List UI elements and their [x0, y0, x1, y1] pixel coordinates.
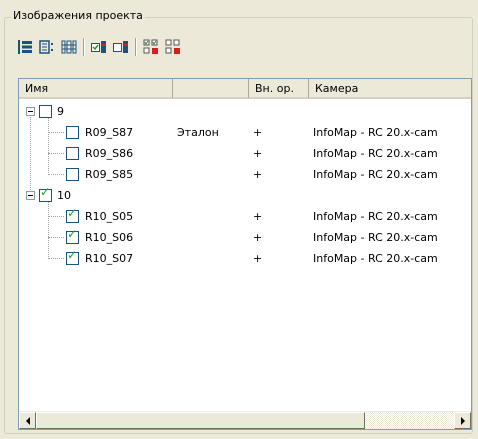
- tree-row-image[interactable]: R09_S85 + InfoMap - RC 20.x-cam: [19, 164, 471, 185]
- image-checkbox[interactable]: [66, 126, 79, 139]
- image-checkbox[interactable]: [66, 168, 79, 181]
- collapse-all-button[interactable]: [37, 37, 57, 57]
- image-name: R10_S07: [85, 252, 134, 265]
- scroll-right-button[interactable]: [454, 412, 471, 429]
- interior-orientation-value: +: [253, 252, 263, 265]
- toolbar-separator: [135, 38, 137, 56]
- check-selected-button[interactable]: [89, 37, 109, 57]
- image-name: R09_S87: [85, 126, 134, 139]
- camera-value: InfoMap - RC 20.x-cam: [313, 147, 438, 160]
- check-image-icon: [91, 41, 106, 53]
- horizontal-scrollbar[interactable]: [19, 411, 471, 429]
- list-view-icon: [61, 40, 77, 54]
- interior-orientation-value: +: [253, 147, 263, 160]
- image-name: R10_S05: [85, 210, 134, 223]
- grid-deselect-icon: [165, 39, 180, 54]
- camera-value: InfoMap - RC 20.x-cam: [313, 168, 438, 181]
- camera-value: InfoMap - RC 20.x-cam: [313, 252, 438, 265]
- interior-orientation-value: +: [253, 210, 263, 223]
- select-all-button[interactable]: [141, 37, 161, 57]
- collapse-toggle[interactable]: [26, 191, 35, 200]
- arrow-right-icon: [460, 416, 465, 425]
- tree-row-image[interactable]: R10_S07 + InfoMap - RC 20.x-cam: [19, 248, 471, 269]
- image-name: R09_S86: [85, 147, 134, 160]
- group-name: 10: [57, 189, 71, 202]
- column-reference-header[interactable]: [173, 79, 249, 99]
- group-name: 9: [57, 105, 64, 118]
- uncheck-selected-button[interactable]: [111, 37, 131, 57]
- tree-row-image[interactable]: R09_S87 Эталон + InfoMap - RC 20.x-cam: [19, 122, 471, 143]
- interior-orientation-value: +: [253, 231, 263, 244]
- column-interior-orientation-header[interactable]: Вн. ор.: [249, 79, 309, 99]
- tree-expand-icon: [18, 40, 32, 54]
- interior-orientation-value: +: [253, 168, 263, 181]
- group-title: Изображения проекта: [11, 9, 145, 23]
- group-checkbox[interactable]: [39, 105, 52, 118]
- tree-collapse-icon: [39, 40, 53, 54]
- image-checkbox[interactable]: [66, 248, 79, 265]
- column-header: Имя Вн. ор. Камера: [19, 79, 471, 99]
- image-checkbox[interactable]: [66, 206, 79, 223]
- collapse-toggle[interactable]: [26, 107, 35, 116]
- uncheck-image-icon: [113, 41, 128, 53]
- grid-select-icon: [143, 39, 158, 54]
- tree-row-group[interactable]: 9: [19, 101, 471, 122]
- tree-row-image[interactable]: R10_S06 + InfoMap - RC 20.x-cam: [19, 227, 471, 248]
- camera-value: InfoMap - RC 20.x-cam: [313, 231, 438, 244]
- expand-all-button[interactable]: [15, 37, 35, 57]
- scroll-left-button[interactable]: [19, 412, 36, 429]
- toolbar: [15, 36, 185, 58]
- images-tree-list[interactable]: Имя Вн. ор. Камера 9 R09_S87 Эталон + In…: [18, 78, 472, 430]
- scroll-thumb[interactable]: [36, 412, 365, 429]
- interior-orientation-value: +: [253, 126, 263, 139]
- tree-row-image[interactable]: R10_S05 + InfoMap - RC 20.x-cam: [19, 206, 471, 227]
- reference-label: Эталон: [177, 126, 219, 139]
- group-checkbox[interactable]: [39, 185, 52, 202]
- camera-value: InfoMap - RC 20.x-cam: [313, 126, 438, 139]
- image-checkbox[interactable]: [66, 227, 79, 244]
- arrow-left-icon: [25, 416, 30, 425]
- deselect-all-button[interactable]: [163, 37, 183, 57]
- tree-row-image[interactable]: R09_S86 + InfoMap - RC 20.x-cam: [19, 143, 471, 164]
- image-name: R09_S85: [85, 168, 134, 181]
- image-checkbox[interactable]: [66, 147, 79, 160]
- list-view-button[interactable]: [59, 37, 79, 57]
- tree-row-group[interactable]: 10: [19, 185, 471, 206]
- image-name: R10_S06: [85, 231, 134, 244]
- column-camera-header[interactable]: Камера: [309, 79, 471, 99]
- scroll-track[interactable]: [365, 412, 454, 429]
- column-name-header[interactable]: Имя: [19, 79, 173, 99]
- toolbar-separator: [83, 38, 85, 56]
- camera-value: InfoMap - RC 20.x-cam: [313, 210, 438, 223]
